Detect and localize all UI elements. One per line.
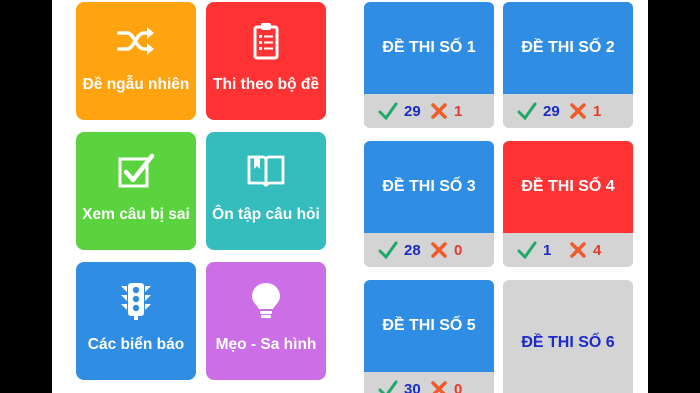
exam-title: ĐỀ THI SỐ 6	[503, 280, 633, 393]
correct-count: 29	[543, 102, 560, 120]
exam-title: ĐỀ THI SỐ 1	[364, 2, 494, 94]
check-icon	[378, 380, 398, 393]
wrong-count: 0	[454, 380, 463, 393]
practice-questions-label: Ôn tập câu hỏi	[212, 206, 320, 223]
open-book-icon	[247, 155, 285, 187]
check-icon	[517, 241, 537, 259]
shuffle-icon	[117, 27, 154, 55]
tips-button[interactable]: Mẹo - Sa hình	[206, 262, 326, 380]
correct-count: 30	[404, 380, 421, 393]
tips-label: Mẹo - Sa hình	[215, 336, 317, 353]
check-icon	[517, 102, 537, 120]
cross-icon	[570, 103, 586, 119]
cross-icon	[431, 381, 447, 393]
traffic-signs-label: Các biển báo	[87, 336, 185, 353]
cross-icon	[431, 103, 447, 119]
traffic-signs-button[interactable]: Các biển báo	[76, 262, 196, 380]
exam-result: 30 0	[364, 372, 494, 393]
exam-card-4[interactable]: ĐỀ THI SỐ 4 1 4	[503, 141, 633, 267]
practice-questions-button[interactable]: Ôn tập câu hỏi	[206, 132, 326, 250]
main-menu-screen: Đề ngẫu nhiên Thi theo bộ đề Xem câu bị …	[52, 0, 354, 393]
exam-card-2[interactable]: ĐỀ THI SỐ 2 29 1	[503, 2, 633, 128]
correct-count: 1	[543, 241, 552, 259]
cross-icon	[431, 242, 447, 258]
random-exam-button[interactable]: Đề ngẫu nhiên	[76, 2, 196, 120]
random-exam-label: Đề ngẫu nhiên	[82, 76, 190, 93]
exam-card-3[interactable]: ĐỀ THI SỐ 3 28 0	[364, 141, 494, 267]
wrong-count: 4	[593, 241, 602, 259]
wrong-count: 0	[454, 241, 463, 259]
review-wrong-button[interactable]: Xem câu bị sai	[76, 132, 196, 250]
exam-card-5[interactable]: ĐỀ THI SỐ 5 30 0	[364, 280, 494, 393]
cross-icon	[570, 242, 586, 258]
clipboard-list-icon	[253, 23, 279, 60]
check-icon	[378, 241, 398, 259]
exam-title: ĐỀ THI SỐ 4	[503, 141, 633, 233]
traffic-light-icon	[121, 283, 151, 320]
exam-card-6[interactable]: ĐỀ THI SỐ 6	[503, 280, 633, 393]
correct-count: 28	[404, 241, 421, 259]
exam-set-button[interactable]: Thi theo bộ đề	[206, 2, 326, 120]
exam-title: ĐỀ THI SỐ 3	[364, 141, 494, 233]
review-wrong-label: Xem câu bị sai	[82, 206, 190, 223]
check-icon	[378, 102, 398, 120]
exam-list-screen: ĐỀ THI SỐ 1 29 1 ĐỀ THI SỐ 2 29 1 ĐỀ THI…	[354, 0, 648, 393]
exam-title: ĐỀ THI SỐ 5	[364, 280, 494, 372]
correct-count: 29	[404, 102, 421, 120]
checkbox-check-icon	[118, 153, 155, 188]
exam-set-label: Thi theo bộ đề	[213, 76, 319, 93]
exam-result: 1 4	[503, 233, 633, 267]
exam-result: 29 1	[364, 94, 494, 128]
exam-title: ĐỀ THI SỐ 2	[503, 2, 633, 94]
exam-result: 29 1	[503, 94, 633, 128]
exam-result: 28 0	[364, 233, 494, 267]
wrong-count: 1	[593, 102, 602, 120]
lightbulb-icon	[252, 283, 280, 318]
wrong-count: 1	[454, 102, 463, 120]
exam-card-1[interactable]: ĐỀ THI SỐ 1 29 1	[364, 2, 494, 128]
